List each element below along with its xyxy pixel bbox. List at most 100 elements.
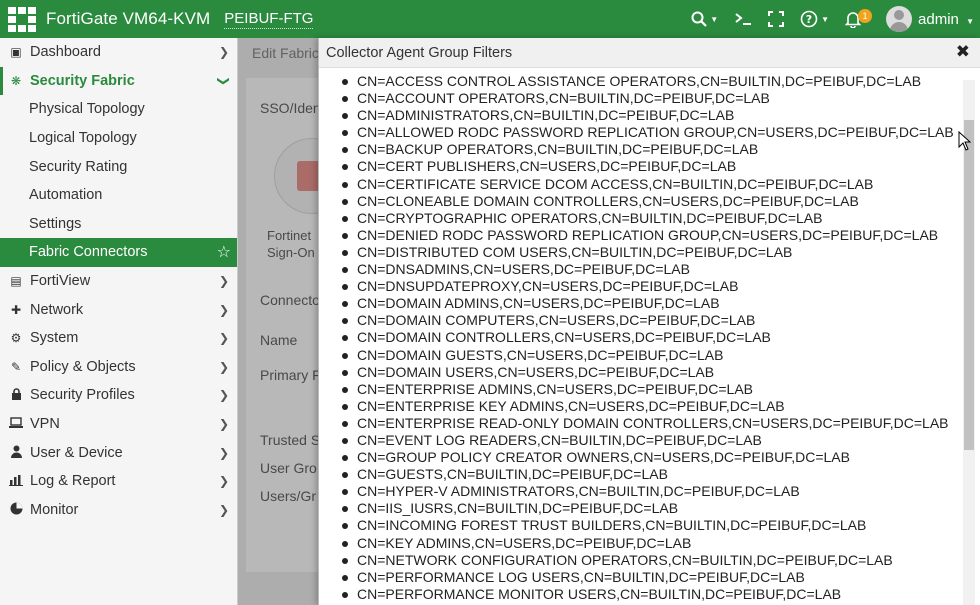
sidebar-item-security-profiles[interactable]: Security Profiles ❯ <box>0 381 237 410</box>
list-item: CN=NETWORK CONFIGURATION OPERATORS,CN=BU… <box>341 552 962 569</box>
chevron-right-icon: ❯ <box>218 388 229 403</box>
sidebar-item-monitor[interactable]: Monitor ❯ <box>0 496 237 525</box>
scrollbar[interactable] <box>963 80 975 605</box>
sidebar-item-log-report[interactable]: Log & Report ❯ <box>0 467 237 496</box>
fullscreen-button[interactable] <box>768 0 785 38</box>
sidebar-item-settings[interactable]: Settings <box>0 210 237 239</box>
group-list-container: CN=ACCESS CONTROL ASSISTANCE OPERATORS,C… <box>319 69 962 605</box>
chevron-right-icon: ❯ <box>218 417 229 432</box>
list-item: CN=ACCESS CONTROL ASSISTANCE OPERATORS,C… <box>341 73 962 90</box>
top-bar: FortiGate VM64-KVM PEIBUF-FTG ▼ ? ▼ 1 ad… <box>0 0 980 38</box>
list-item: CN=ENTERPRISE ADMINS,CN=USERS,DC=PEIBUF,… <box>341 381 962 398</box>
list-item: CN=CERTIFICATE SERVICE DCOM ACCESS,CN=BU… <box>341 176 962 193</box>
cli-console-button[interactable] <box>734 0 752 38</box>
help-button[interactable]: ? ▼ <box>800 0 829 38</box>
sidebar-item-security-fabric[interactable]: ❋ Security Fabric ❯ <box>0 66 237 96</box>
list-item: CN=GROUP POLICY CREATOR OWNERS,CN=USERS,… <box>341 449 962 466</box>
chart-icon: ▤ <box>10 274 22 289</box>
sidebar-item-security-rating[interactable]: Security Rating <box>0 152 237 181</box>
user-icon <box>8 445 24 461</box>
bar-chart-icon <box>8 474 24 489</box>
list-item: CN=DOMAIN USERS,CN=USERS,DC=PEIBUF,DC=LA… <box>341 364 962 381</box>
chevron-right-icon: ❯ <box>218 445 229 460</box>
notifications-button[interactable]: 1 <box>845 0 873 38</box>
sidebar-item-dashboard[interactable]: ▣ Dashboard ❯ <box>0 38 237 67</box>
sidebar-item-fortiview[interactable]: ▤ FortiView ❯ <box>0 267 237 296</box>
search-button[interactable]: ▼ <box>691 0 718 38</box>
help-icon: ? <box>800 10 818 28</box>
mouse-cursor-icon <box>958 131 972 151</box>
user-menu[interactable]: admin ▼ <box>918 11 974 28</box>
chevron-right-icon: ❯ <box>218 274 229 289</box>
chevron-right-icon: ❯ <box>218 331 229 346</box>
sidebar-item-physical-topology[interactable]: Physical Topology <box>0 95 237 124</box>
list-item: CN=DOMAIN COMPUTERS,CN=USERS,DC=PEIBUF,D… <box>341 312 962 329</box>
notification-badge: 1 <box>858 9 873 23</box>
scrollbar-thumb[interactable] <box>964 120 974 450</box>
sidebar-item-automation[interactable]: Automation <box>0 181 237 210</box>
panel-header: Collector Agent Group Filters ✖ <box>319 38 980 68</box>
list-item: CN=ENTERPRISE READ-ONLY DOMAIN CONTROLLE… <box>341 415 962 432</box>
sidebar-item-label: Log & Report <box>30 473 116 490</box>
caret-down-icon: ▼ <box>710 14 719 24</box>
caret-down-icon: ▼ <box>966 16 974 26</box>
caret-down-icon: ▼ <box>821 14 830 24</box>
network-icon: ✚ <box>10 302 22 317</box>
sidebar-item-system[interactable]: ⚙ System ❯ <box>0 324 237 353</box>
list-item: CN=DOMAIN ADMINS,CN=USERS,DC=PEIBUF,DC=L… <box>341 295 962 312</box>
sidebar-item-label: VPN <box>30 416 60 433</box>
dashboard-icon: ▣ <box>10 45 22 60</box>
lock-icon <box>8 388 24 403</box>
svg-text:?: ? <box>806 13 812 26</box>
sidebar-item-fabric-connectors[interactable]: Fabric Connectors ☆ <box>0 238 237 267</box>
list-item: CN=IIS_IUSRS,CN=BUILTIN,DC=PEIBUF,DC=LAB <box>341 500 962 517</box>
chevron-right-icon: ❯ <box>218 359 229 374</box>
list-item: CN=DNSADMINS,CN=USERS,DC=PEIBUF,DC=LAB <box>341 261 962 278</box>
hostname-link[interactable]: PEIBUF-FTG <box>224 10 314 29</box>
group-list: CN=ACCESS CONTROL ASSISTANCE OPERATORS,C… <box>319 69 962 603</box>
user-name: admin <box>918 10 959 28</box>
list-item: CN=GUESTS,CN=BUILTIN,DC=PEIBUF,DC=LAB <box>341 466 962 483</box>
list-item: CN=DENIED RODC PASSWORD REPLICATION GROU… <box>341 227 962 244</box>
chevron-right-icon: ❯ <box>218 302 229 317</box>
sidebar-item-user-device[interactable]: User & Device ❯ <box>0 438 237 467</box>
chevron-right-icon: ❯ <box>218 474 229 489</box>
sidebar-item-label: Fabric Connectors <box>29 244 148 261</box>
sidebar-item-label: Security Fabric <box>30 72 135 89</box>
list-item: CN=ALLOWED RODC PASSWORD REPLICATION GRO… <box>341 124 962 141</box>
list-item: CN=BACKUP OPERATORS,CN=BUILTIN,DC=PEIBUF… <box>341 141 962 158</box>
sidebar-item-label: Settings <box>29 215 82 232</box>
star-icon[interactable]: ☆ <box>217 242 231 262</box>
search-icon <box>691 11 707 27</box>
list-item: CN=HYPER-V ADMINISTRATORS,CN=BUILTIN,DC=… <box>341 483 962 500</box>
avatar[interactable] <box>886 6 913 32</box>
sidebar-item-policy-objects[interactable]: ✎ Policy & Objects ❯ <box>0 353 237 382</box>
group-filters-panel: Collector Agent Group Filters ✖ CN=ACCES… <box>318 38 980 605</box>
close-icon[interactable]: ✖ <box>956 43 970 61</box>
product-name: FortiGate VM64-KVM <box>46 9 211 28</box>
pie-chart-icon <box>8 502 24 518</box>
security-fabric-icon: ❋ <box>10 73 22 88</box>
sidebar-item-network[interactable]: ✚ Network ❯ <box>0 295 237 324</box>
list-item: CN=CLONEABLE DOMAIN CONTROLLERS,CN=USERS… <box>341 193 962 210</box>
list-item: CN=ACCOUNT OPERATORS,CN=BUILTIN,DC=PEIBU… <box>341 90 962 107</box>
sidebar-item-label: User & Device <box>30 444 123 461</box>
sidebar-item-vpn[interactable]: VPN ❯ <box>0 410 237 439</box>
laptop-icon <box>8 417 24 431</box>
chevron-down-icon: ❯ <box>216 75 231 86</box>
sidebar-item-label: Physical Topology <box>29 101 145 118</box>
list-item: CN=DNSUPDATEPROXY,CN=USERS,DC=PEIBUF,DC=… <box>341 278 962 295</box>
policy-icon: ✎ <box>10 359 22 374</box>
list-item: CN=INCOMING FOREST TRUST BUILDERS,CN=BUI… <box>341 517 962 534</box>
sidebar-item-label: Automation <box>29 187 103 204</box>
list-item: CN=PERFORMANCE LOG USERS,CN=BUILTIN,DC=P… <box>341 569 962 586</box>
sidebar-item-logical-topology[interactable]: Logical Topology <box>0 124 237 153</box>
sidebar-item-label: Monitor <box>30 501 79 518</box>
list-item: CN=ADMINISTRATORS,CN=BUILTIN,DC=PEIBUF,D… <box>341 107 962 124</box>
fortinet-logo-icon <box>8 6 38 32</box>
list-item: CN=DISTRIBUTED COM USERS,CN=BUILTIN,DC=P… <box>341 244 962 261</box>
gear-icon: ⚙ <box>10 331 22 346</box>
panel-title: Collector Agent Group Filters <box>326 44 513 61</box>
list-item: CN=ENTERPRISE KEY ADMINS,CN=USERS,DC=PEI… <box>341 398 962 415</box>
list-item: CN=KEY ADMINS,CN=USERS,DC=PEIBUF,DC=LAB <box>341 535 962 552</box>
